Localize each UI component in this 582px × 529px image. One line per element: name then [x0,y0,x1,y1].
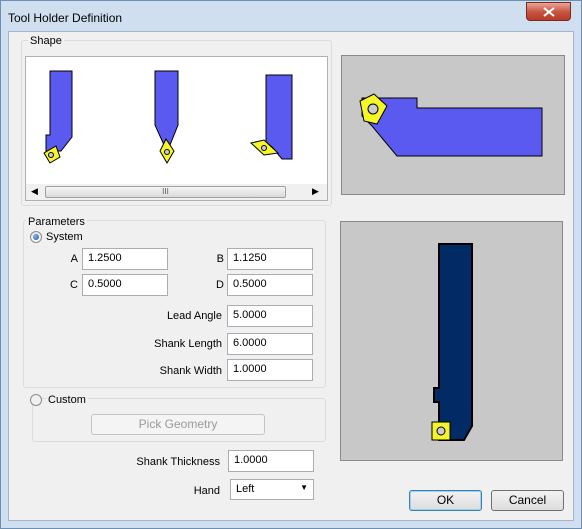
holder-side-view [431,243,473,441]
shape-thumbnails [43,70,293,164]
shape-option-left[interactable] [43,70,73,164]
custom-radio-label: Custom [46,394,88,406]
d-label: D [216,279,224,291]
system-radio[interactable] [30,231,42,243]
b-field[interactable]: 1.1250 [227,248,313,270]
shank-thickness-field[interactable]: 1.0000 [228,450,314,472]
ok-button[interactable]: OK [409,490,482,511]
cancel-button[interactable]: Cancel [491,490,564,511]
parameters-group: Parameters System A 1.2500 B 1.1250 C 0.… [23,216,326,388]
a-label: A [70,253,78,265]
hand-label: Hand [193,485,220,497]
hand-select[interactable]: Left ▼ [230,479,314,500]
shape-group-label: Shape [28,35,64,47]
shank-width-field[interactable]: 1.0000 [227,359,313,381]
shape-option-right[interactable] [249,74,293,160]
shank-width-label: Shank Width [159,365,222,377]
system-radio-label: System [46,231,83,243]
c-label: C [70,279,78,291]
scrollbar-thumb[interactable]: III [45,186,286,198]
close-icon [543,7,555,17]
c-field[interactable]: 0.5000 [82,274,168,296]
holder-top-view [359,93,543,157]
a-field[interactable]: 1.2500 [82,248,168,270]
d-field[interactable]: 0.5000 [227,274,313,296]
custom-radio[interactable] [30,394,42,406]
arrow-right-icon[interactable]: ▶ [312,186,319,197]
lead-angle-field[interactable]: 5.0000 [227,305,313,327]
dialog-client: Shape ◀ III ▶ Parameters System A 1.2500… [8,31,574,521]
close-button[interactable] [526,2,571,21]
scroll-grip: III [162,187,169,196]
horizontal-scrollbar[interactable]: ◀ III ▶ [26,184,327,200]
shank-length-field[interactable]: 6.0000 [227,333,313,355]
lead-angle-label: Lead Angle [166,310,222,322]
b-label: B [216,253,224,265]
custom-group: Custom Pick Geometry [30,394,326,442]
shank-thickness-label: Shank Thickness [136,456,220,468]
holder-side-view-preview [340,221,563,461]
arrow-left-icon[interactable]: ◀ [31,186,38,197]
chevron-down-icon: ▼ [300,483,308,492]
holder-top-view-preview [341,55,565,195]
window-title: Tool Holder Definition [8,11,123,25]
pick-geometry-button[interactable]: Pick Geometry [91,414,265,435]
shape-gallery: ◀ III ▶ [25,56,328,201]
shape-group: Shape ◀ III ▶ [21,35,332,206]
hand-select-value: Left [236,483,255,495]
shape-option-center[interactable] [154,70,179,164]
parameters-group-label: Parameters [26,216,87,228]
shank-length-label: Shank Length [154,338,222,350]
tool-holder-definition-window: Tool Holder Definition Shape ◀ III ▶ Par… [0,0,582,529]
title-bar[interactable]: Tool Holder Definition [1,1,581,31]
